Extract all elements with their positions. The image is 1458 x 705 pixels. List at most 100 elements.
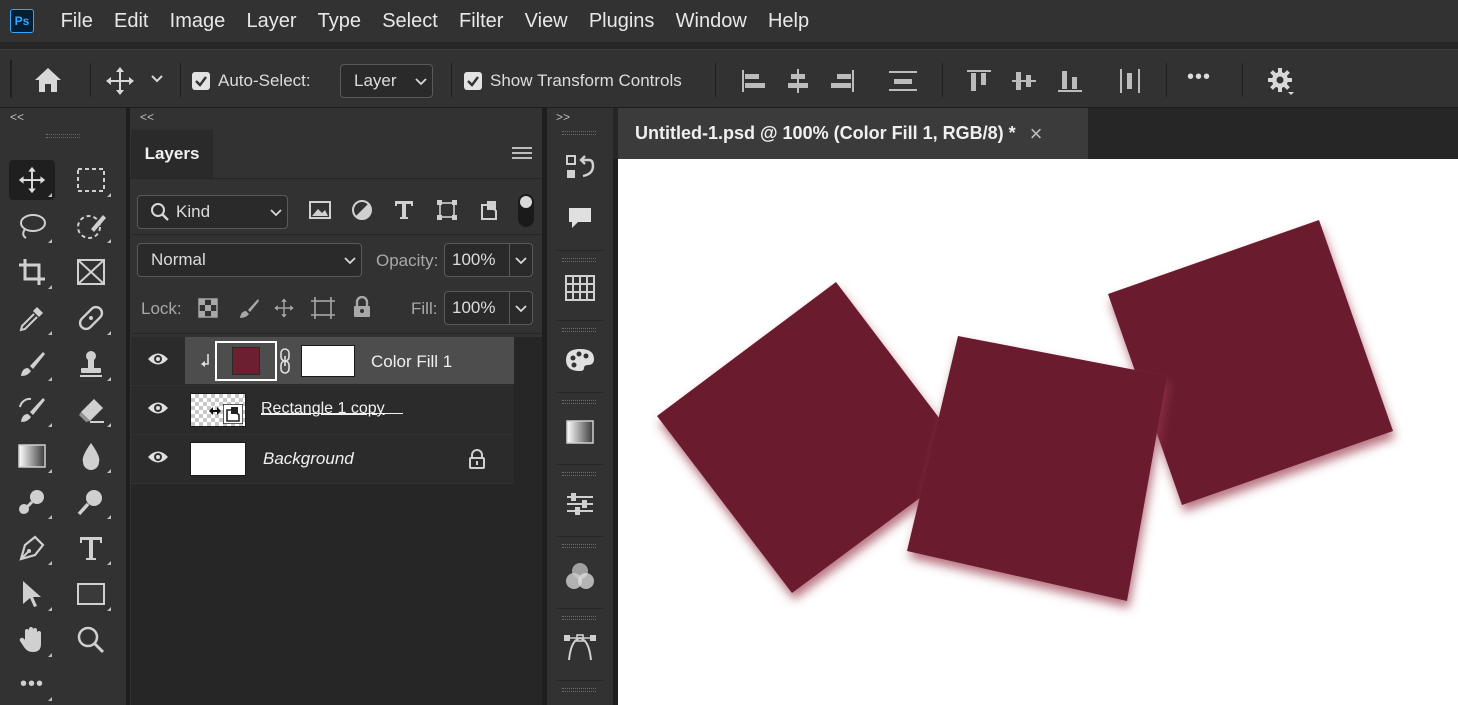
frame-tool[interactable]: [68, 252, 114, 292]
marquee-tool[interactable]: [68, 160, 114, 200]
lock-all-icon[interactable]: [352, 296, 372, 318]
preset-chevron-down-icon[interactable]: [150, 74, 164, 84]
blend-mode-dropdown[interactable]: Normal: [137, 243, 362, 277]
layer-name-background[interactable]: Background: [263, 449, 354, 469]
align-right-edges-icon[interactable]: [830, 68, 856, 94]
menu-plugins[interactable]: Plugins: [578, 0, 665, 42]
layer-thumbnail-color-fill[interactable]: [215, 341, 277, 381]
visibility-eye-icon[interactable]: [147, 400, 169, 416]
auto-select-checkbox[interactable]: [192, 72, 210, 90]
color-panel-button[interactable]: [547, 330, 613, 390]
comments-panel-button[interactable]: [547, 188, 613, 248]
move-tool-preset-icon[interactable]: [104, 65, 136, 97]
layer-row-rectangle-copy[interactable]: Rectangle 1 copy: [131, 386, 514, 434]
distribute-horizontal-icon[interactable]: [1117, 68, 1143, 94]
document-tab[interactable]: Untitled-1.psd @ 100% (Color Fill 1, RGB…: [618, 108, 1088, 159]
brush-tool[interactable]: [9, 344, 55, 384]
zoom-search-tool[interactable]: [68, 482, 114, 522]
adjustments-panel-button[interactable]: [547, 474, 613, 534]
history-brush-tool[interactable]: [9, 390, 55, 430]
zoom-tool[interactable]: [68, 620, 114, 660]
move-tool[interactable]: [9, 160, 55, 200]
dodge-tool[interactable]: [9, 482, 55, 522]
strip-grip[interactable]: [562, 131, 596, 135]
layer-name-color-fill[interactable]: Color Fill 1: [371, 352, 452, 372]
gradient-tool[interactable]: [9, 436, 55, 476]
settings-gear-icon[interactable]: [1266, 66, 1296, 96]
show-transform-checkbox[interactable]: [464, 72, 482, 90]
layer-mask-thumbnail[interactable]: [301, 345, 355, 377]
healing-brush-tool[interactable]: [68, 298, 114, 338]
collapse-tools-button[interactable]: <<: [10, 110, 24, 124]
menu-image[interactable]: Image: [159, 0, 236, 42]
align-horizontal-centers-icon[interactable]: [785, 68, 811, 94]
lock-image-pixels-icon[interactable]: [238, 297, 260, 319]
path-selection-tool[interactable]: [9, 574, 55, 614]
hand-tool[interactable]: [9, 620, 55, 660]
clone-stamp-tool[interactable]: [68, 344, 114, 384]
menu-window[interactable]: Window: [665, 0, 757, 42]
fill-input[interactable]: 100%: [444, 291, 533, 325]
strip-grip[interactable]: [562, 688, 596, 692]
pen-tool[interactable]: [9, 528, 55, 568]
blur-tool[interactable]: [68, 436, 114, 476]
lock-position-icon[interactable]: [273, 297, 295, 319]
lasso-tool[interactable]: [9, 206, 55, 246]
layer-name-rectangle-copy[interactable]: Rectangle 1 copy: [261, 400, 385, 418]
menu-edit[interactable]: Edit: [103, 0, 159, 42]
align-vertical-centers-icon[interactable]: [1011, 68, 1037, 94]
layer-thumbnail-background[interactable]: [190, 442, 246, 476]
eraser-tool[interactable]: [68, 390, 114, 430]
menu-select[interactable]: Select: [372, 0, 449, 42]
document-canvas[interactable]: [618, 159, 1458, 705]
filter-toggle-switch[interactable]: [518, 194, 534, 227]
layer-row-color-fill[interactable]: Color Fill 1: [131, 337, 514, 385]
menu-type[interactable]: Type: [307, 0, 372, 42]
menu-layer[interactable]: Layer: [236, 0, 307, 42]
mask-link-icon[interactable]: [279, 348, 291, 374]
menu-view[interactable]: View: [514, 0, 578, 42]
layer-row-background[interactable]: Background: [131, 435, 514, 483]
menu-file[interactable]: File: [50, 0, 103, 42]
home-icon[interactable]: [33, 66, 63, 94]
channels-panel-button[interactable]: [547, 546, 613, 606]
edit-toolbar-button[interactable]: •••: [9, 664, 55, 704]
swatches-panel-button[interactable]: [547, 258, 613, 318]
visibility-eye-icon[interactable]: [147, 351, 169, 367]
align-left-edges-icon[interactable]: [740, 68, 766, 94]
crop-tool[interactable]: [9, 252, 55, 292]
opacity-input[interactable]: 100%: [444, 243, 533, 277]
eyedropper-tool[interactable]: [9, 298, 55, 338]
menu-help[interactable]: Help: [757, 0, 819, 42]
paths-panel-button[interactable]: [547, 618, 613, 678]
layers-scroll-gutter[interactable]: [514, 337, 542, 705]
visibility-eye-icon[interactable]: [147, 449, 169, 465]
lock-transparent-pixels-icon[interactable]: [198, 298, 218, 318]
menu-filter[interactable]: Filter: [448, 0, 514, 42]
type-tool[interactable]: [68, 528, 114, 568]
align-bottom-edges-icon[interactable]: [1057, 68, 1083, 94]
filter-type-icon[interactable]: [393, 199, 415, 221]
more-options-button[interactable]: •••: [1187, 66, 1211, 89]
layer-thumbnail-rectangle-copy[interactable]: [190, 393, 246, 427]
tools-grip[interactable]: [46, 134, 80, 138]
layer-lock-icon[interactable]: [468, 449, 486, 469]
filter-pixel-image-icon[interactable]: [309, 200, 331, 220]
layers-tab[interactable]: Layers: [131, 130, 213, 178]
distribute-vertical-icon[interactable]: [888, 68, 918, 94]
options-grip[interactable]: [10, 60, 12, 98]
align-top-edges-icon[interactable]: [966, 68, 992, 94]
quick-selection-tool[interactable]: [68, 206, 114, 246]
collapse-layers-button[interactable]: <<: [140, 110, 154, 124]
filter-adjustment-icon[interactable]: [351, 199, 373, 221]
auto-select-target-dropdown[interactable]: Layer: [340, 64, 433, 98]
expand-panels-button[interactable]: >>: [556, 110, 570, 124]
filter-shape-icon[interactable]: [436, 199, 458, 221]
filter-smart-object-icon[interactable]: [478, 199, 500, 221]
filter-kind-dropdown[interactable]: Kind: [137, 195, 288, 229]
close-tab-icon[interactable]: ×: [1030, 121, 1043, 147]
gradients-panel-button[interactable]: [547, 402, 613, 462]
panel-menu-icon[interactable]: [512, 145, 532, 161]
rectangle-tool[interactable]: [68, 574, 114, 614]
lock-artboard-icon[interactable]: [311, 297, 335, 319]
